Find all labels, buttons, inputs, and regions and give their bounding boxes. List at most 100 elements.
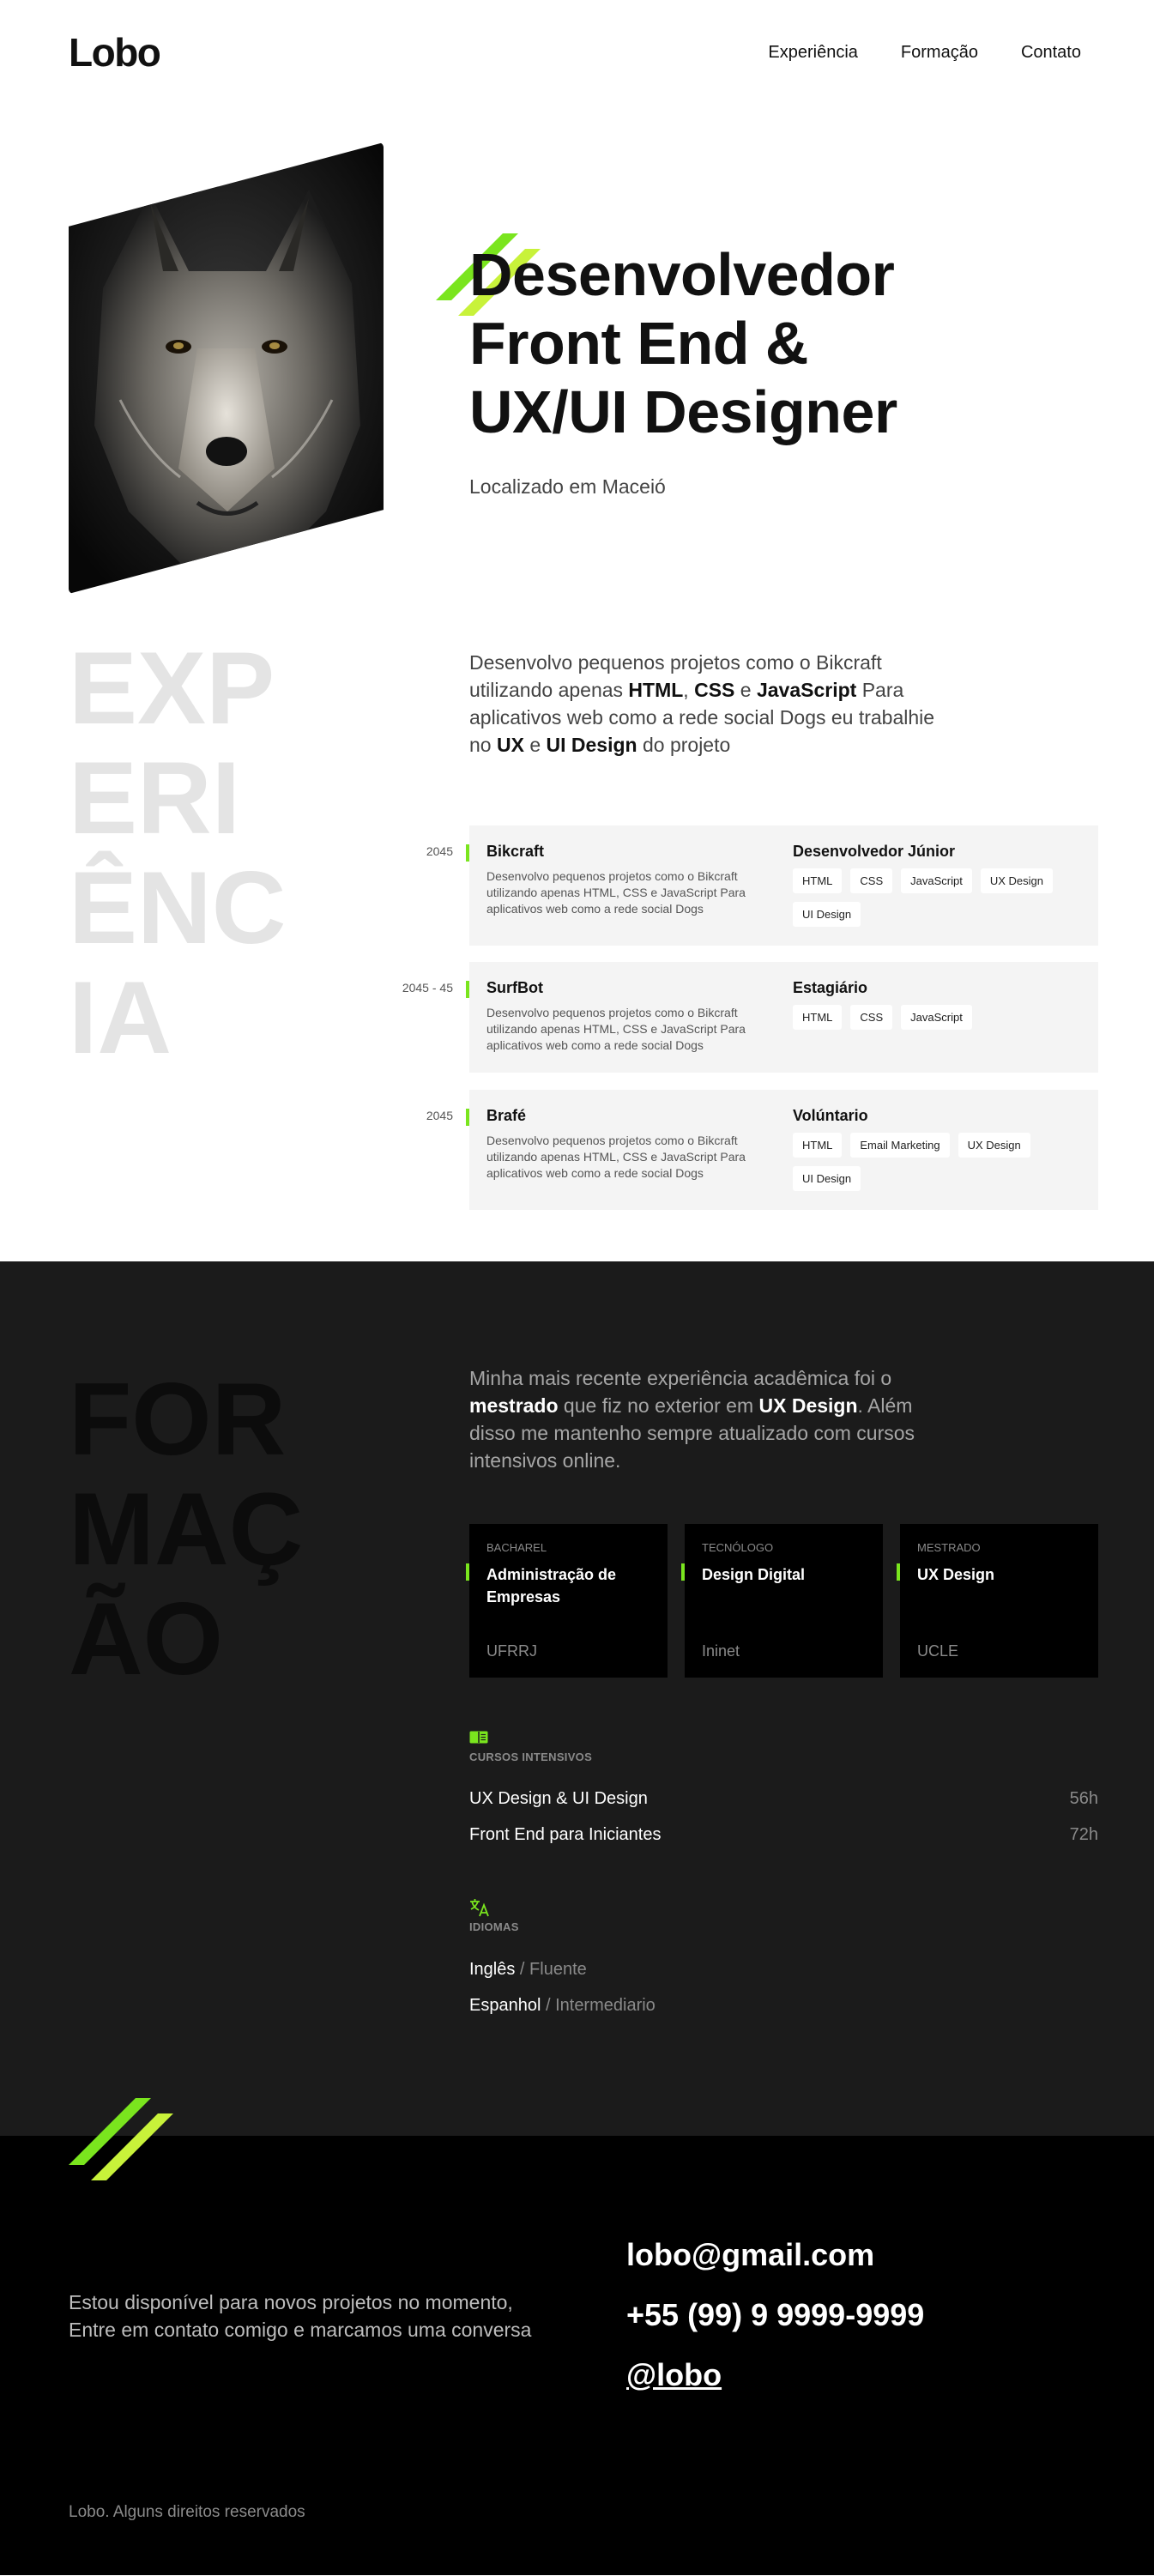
job-company: Brafé bbox=[486, 1107, 527, 1124]
job-tags: HTML CSS JavaScript bbox=[793, 1005, 1085, 1030]
footer-copyright: Lobo. Alguns direitos reservados bbox=[69, 2503, 305, 2521]
job-role: Volúntario bbox=[793, 1107, 868, 1124]
intro-highlight: UI Design bbox=[546, 734, 637, 756]
job-tags: HTML Email Marketing UX Design UI Design bbox=[793, 1133, 1085, 1191]
education-big-title: FOR MAÇ ÃO bbox=[69, 1364, 303, 1694]
job-year: 2045 bbox=[426, 1109, 453, 1122]
experience-intro: Desenvolvo pequenos projetos como o Bikc… bbox=[469, 649, 950, 759]
hero-title-line: UX/UI Designer bbox=[469, 378, 897, 445]
intro-highlight: CSS bbox=[694, 679, 735, 701]
language-row: Inglês / Fluente bbox=[469, 1960, 587, 1980]
contact-phone-link[interactable]: +55 (99) 9 9999-9999 bbox=[626, 2297, 924, 2333]
experience-section: EXP ERI ÊNC IA Desenvolvo pequenos proje… bbox=[0, 626, 1154, 1261]
logo[interactable]: Lobo bbox=[69, 29, 161, 76]
intro-highlight: UX Design bbox=[758, 1394, 858, 1417]
nav-link-formacao[interactable]: Formação bbox=[901, 43, 978, 63]
job-role: Desenvolvedor Júnior bbox=[793, 843, 956, 860]
job-description: Desenvolvo pequenos projetos como o Bikc… bbox=[486, 869, 746, 916]
intro-text: e bbox=[523, 734, 547, 756]
tag: CSS bbox=[850, 1005, 893, 1030]
contact-email-link[interactable]: lobo@gmail.com bbox=[626, 2237, 874, 2273]
degree-institution: UFRRJ bbox=[486, 1642, 537, 1660]
intro-highlight: UX bbox=[496, 734, 524, 756]
job-marker bbox=[466, 981, 469, 998]
job-tags: HTML CSS JavaScript UX Design UI Design bbox=[793, 868, 1085, 927]
job-marker bbox=[466, 844, 469, 862]
degree-marker bbox=[681, 1563, 685, 1581]
job-company: Bikcraft bbox=[486, 843, 545, 860]
accent-stripes-icon bbox=[69, 2098, 173, 2180]
tag: UI Design bbox=[793, 1166, 861, 1191]
degree-name: Design Digital bbox=[702, 1566, 806, 1583]
language-level: / Intermediario bbox=[541, 1996, 656, 2015]
tag: JavaScript bbox=[901, 1005, 972, 1030]
language-name: Inglês bbox=[469, 1960, 516, 1979]
experience-big-title: EXP ERI ÊNC IA bbox=[69, 633, 286, 1073]
wolf-photo bbox=[69, 142, 384, 594]
degree-type: BACHAREL bbox=[486, 1541, 547, 1554]
tag: UI Design bbox=[793, 902, 861, 927]
course-name: Front End para Iniciantes bbox=[469, 1825, 662, 1844]
translate-icon bbox=[470, 1899, 489, 1917]
education-section: FOR MAÇ ÃO Minha mais recente experiênci… bbox=[0, 1261, 1154, 2136]
courses-label: CURSOS INTENSIVOS bbox=[469, 1751, 593, 1763]
job-card: 2045 Bikcraft Desenvolvo pequenos projet… bbox=[426, 825, 1098, 946]
degree-type: MESTRADO bbox=[917, 1541, 981, 1554]
big-title-line: ÊNC bbox=[69, 850, 287, 965]
main-nav: Experiência Formação Contato bbox=[768, 43, 1081, 63]
job-card: 2045 - 45 SurfBot Desenvolvo pequenos pr… bbox=[402, 962, 1098, 1073]
tag: JavaScript bbox=[901, 868, 972, 893]
degree-card: BACHAREL Administração de Empresas UFRRJ bbox=[466, 1524, 668, 1678]
degree-marker bbox=[466, 1563, 469, 1581]
hero-location: Localizado em Maceió bbox=[469, 475, 666, 498]
job-company: SurfBot bbox=[486, 979, 543, 996]
nav-link-experiencia[interactable]: Experiência bbox=[768, 43, 858, 63]
tag: HTML bbox=[793, 1133, 843, 1158]
intro-text: do projeto bbox=[637, 734, 731, 756]
big-title-line: ÃO bbox=[69, 1581, 223, 1696]
job-year: 2045 - 45 bbox=[402, 981, 453, 995]
site-header: Lobo Experiência Formação Contato bbox=[0, 0, 1154, 112]
hero-title-line: Desenvolvedor bbox=[469, 241, 895, 308]
course-duration: 56h bbox=[1069, 1789, 1098, 1808]
job-card: 2045 Brafé Desenvolvo pequenos projetos … bbox=[426, 1090, 1098, 1210]
nav-link-contato[interactable]: Contato bbox=[1021, 43, 1081, 63]
hero-title-line: Front End & bbox=[469, 310, 808, 377]
degree-name: Administração de Empresas bbox=[486, 1566, 617, 1605]
degree-type: TECNÓLOGO bbox=[702, 1541, 774, 1554]
contact-section: Estou disponível para novos projetos no … bbox=[0, 2098, 1154, 2575]
intro-highlight: JavaScript bbox=[756, 679, 857, 701]
course-duration: 72h bbox=[1069, 1825, 1098, 1844]
degree-card: MESTRADO UX Design UCLE bbox=[897, 1524, 1098, 1678]
degree-cards: BACHAREL Administração de Empresas UFRRJ… bbox=[466, 1524, 1098, 1678]
big-title-line: EXP bbox=[69, 631, 275, 746]
hero-section: Desenvolvedor Front End & UX/UI Designer… bbox=[0, 112, 1154, 626]
big-title-line: MAÇ bbox=[69, 1472, 304, 1587]
intro-text: e bbox=[734, 679, 757, 701]
big-title-line: IA bbox=[69, 960, 172, 1075]
course-name: UX Design & UI Design bbox=[469, 1789, 648, 1808]
book-icon bbox=[469, 1731, 488, 1744]
tag: CSS bbox=[850, 868, 893, 893]
intro-highlight: HTML bbox=[628, 679, 684, 701]
degree-institution: UCLE bbox=[917, 1642, 959, 1660]
intro-text: , bbox=[683, 679, 695, 701]
job-description: Desenvolvo pequenos projetos como o Bikc… bbox=[486, 1006, 746, 1052]
tag: HTML bbox=[793, 868, 843, 893]
hero-title: Desenvolvedor Front End & UX/UI Designer bbox=[469, 240, 897, 446]
job-marker bbox=[466, 1109, 469, 1126]
intro-text: que fiz no exterior em bbox=[558, 1394, 759, 1417]
language-name: Espanhol bbox=[469, 1996, 541, 2015]
languages-label: IDIOMAS bbox=[469, 1920, 519, 1933]
tag: UX Design bbox=[958, 1133, 1030, 1158]
job-description: Desenvolvo pequenos projetos como o Bikc… bbox=[486, 1134, 746, 1180]
degree-institution: Ininet bbox=[702, 1642, 740, 1660]
contact-social-link[interactable]: @lobo bbox=[626, 2357, 722, 2393]
contact-text: Estou disponível para novos projetos no … bbox=[69, 2291, 532, 2341]
degree-marker bbox=[897, 1563, 900, 1581]
degree-name: UX Design bbox=[917, 1566, 995, 1583]
big-title-line: ERI bbox=[69, 741, 241, 856]
language-level: / Fluente bbox=[515, 1960, 587, 1979]
job-year: 2045 bbox=[426, 844, 453, 858]
big-title-line: FOR bbox=[69, 1362, 287, 1477]
